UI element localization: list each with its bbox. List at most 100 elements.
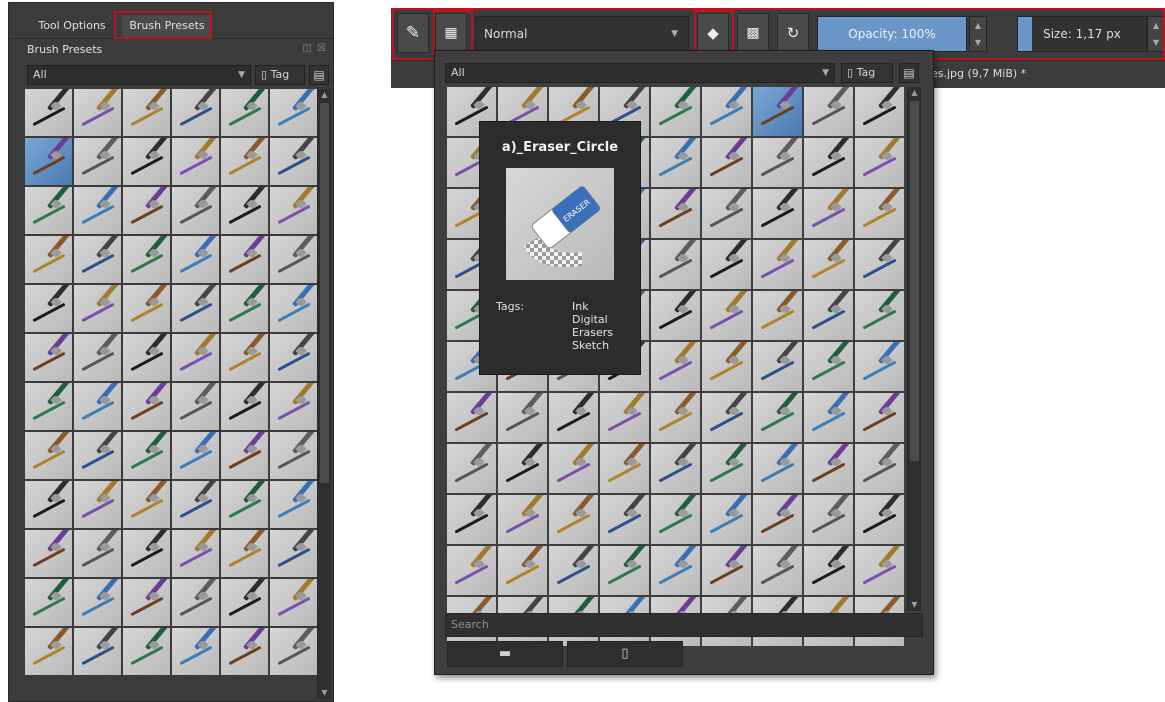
brush-preset-thumbnail[interactable]: [804, 189, 853, 238]
brush-preset-thumbnail[interactable]: [123, 138, 170, 185]
brush-preset-thumbnail[interactable]: [804, 393, 853, 442]
brush-preset-thumbnail[interactable]: [702, 240, 751, 289]
brush-preset-thumbnail[interactable]: [74, 138, 121, 185]
brush-preset-thumbnail[interactable]: [753, 138, 802, 187]
scroll-up-icon[interactable]: ▲: [318, 89, 331, 101]
scroll-thumb[interactable]: [320, 103, 329, 483]
brush-preset-thumbnail[interactable]: [25, 530, 72, 577]
brush-preset-thumbnail[interactable]: [804, 138, 853, 187]
brush-preset-thumbnail[interactable]: [600, 495, 649, 544]
brush-preset-thumbnail[interactable]: [25, 138, 72, 185]
brush-preset-thumbnail[interactable]: [549, 393, 598, 442]
brush-preset-thumbnail[interactable]: [804, 444, 853, 493]
brush-preset-thumbnail[interactable]: [651, 240, 700, 289]
brush-preset-thumbnail[interactable]: [221, 481, 268, 528]
size-slider[interactable]: Size: 1,17 px: [1017, 16, 1147, 52]
brush-preset-thumbnail[interactable]: [172, 89, 219, 136]
brush-preset-thumbnail[interactable]: [855, 87, 904, 136]
brush-preset-thumbnail[interactable]: [753, 495, 802, 544]
brush-preset-thumbnail[interactable]: [25, 89, 72, 136]
import-resource-button[interactable]: ▬: [447, 641, 563, 667]
brush-preset-thumbnail[interactable]: [25, 285, 72, 332]
delete-resource-button[interactable]: ▯: [567, 641, 683, 667]
brush-preset-thumbnail[interactable]: [270, 579, 317, 626]
brush-preset-thumbnail[interactable]: [25, 383, 72, 430]
opacity-spinner[interactable]: ▲ ▼: [969, 16, 987, 52]
brush-preset-thumbnail[interactable]: [123, 285, 170, 332]
brush-preset-thumbnail[interactable]: [702, 444, 751, 493]
brush-preset-thumbnail[interactable]: [753, 546, 802, 595]
brush-preset-thumbnail[interactable]: [447, 444, 496, 493]
brush-preset-thumbnail[interactable]: [753, 291, 802, 340]
brush-preset-thumbnail[interactable]: [651, 87, 700, 136]
brush-preset-thumbnail[interactable]: [221, 383, 268, 430]
brush-preset-thumbnail[interactable]: [804, 495, 853, 544]
brush-preset-thumbnail[interactable]: [74, 187, 121, 234]
brush-preset-thumbnail[interactable]: [221, 334, 268, 381]
brush-preset-thumbnail[interactable]: [270, 530, 317, 577]
brush-preset-thumbnail[interactable]: [447, 546, 496, 595]
scroll-down-icon[interactable]: ▼: [318, 687, 331, 699]
brush-preset-thumbnail[interactable]: [270, 432, 317, 479]
brush-preset-thumbnail[interactable]: [221, 285, 268, 332]
brush-preset-thumbnail[interactable]: [74, 579, 121, 626]
alpha-lock-button[interactable]: ▩: [737, 13, 769, 53]
brush-preset-thumbnail[interactable]: [600, 546, 649, 595]
brush-preset-thumbnail[interactable]: [172, 236, 219, 283]
brush-preset-thumbnail[interactable]: [25, 432, 72, 479]
brush-preset-thumbnail[interactable]: [753, 87, 802, 136]
brush-preset-thumbnail[interactable]: [123, 383, 170, 430]
brush-preset-thumbnail[interactable]: [172, 530, 219, 577]
brush-preset-thumbnail[interactable]: [702, 138, 751, 187]
brush-preset-thumbnail[interactable]: [123, 89, 170, 136]
tag-button[interactable]: ▯ Tag: [255, 65, 305, 85]
brush-preset-thumbnail[interactable]: [172, 383, 219, 430]
brush-preset-thumbnail[interactable]: [702, 546, 751, 595]
brush-preset-thumbnail[interactable]: [172, 138, 219, 185]
brush-preset-thumbnail[interactable]: [25, 628, 72, 675]
brush-preset-thumbnail[interactable]: [753, 393, 802, 442]
brush-preset-thumbnail[interactable]: [270, 334, 317, 381]
brush-preset-thumbnail[interactable]: [172, 579, 219, 626]
brush-preset-thumbnail[interactable]: [651, 138, 700, 187]
scroll-down-icon[interactable]: ▼: [908, 599, 921, 611]
brush-preset-thumbnail[interactable]: [651, 546, 700, 595]
brush-preset-thumbnail[interactable]: [270, 187, 317, 234]
brush-preset-thumbnail[interactable]: [702, 189, 751, 238]
brush-preset-thumbnail[interactable]: [600, 393, 649, 442]
brush-preset-thumbnail[interactable]: [74, 334, 121, 381]
brush-preset-thumbnail[interactable]: [804, 291, 853, 340]
brush-preset-thumbnail[interactable]: [123, 187, 170, 234]
blend-mode-combo[interactable]: Normal ▼: [475, 16, 689, 52]
brush-preset-thumbnail[interactable]: [123, 481, 170, 528]
brush-preset-thumbnail[interactable]: [651, 393, 700, 442]
brush-preset-thumbnail[interactable]: [74, 383, 121, 430]
popup-scrollbar[interactable]: ▲ ▼: [907, 87, 921, 611]
brush-preset-thumbnail[interactable]: [172, 481, 219, 528]
brush-preset-thumbnail[interactable]: [25, 187, 72, 234]
brush-preset-thumbnail[interactable]: [651, 342, 700, 391]
brush-preset-thumbnail[interactable]: [549, 495, 598, 544]
opacity-slider[interactable]: Opacity: 100%: [817, 16, 967, 52]
brush-preset-thumbnail[interactable]: [270, 236, 317, 283]
brush-preset-thumbnail[interactable]: [855, 342, 904, 391]
brush-editor-button[interactable]: ✎: [397, 13, 429, 53]
popup-tag-filter-combo[interactable]: All ▼: [445, 63, 835, 83]
brush-preset-thumbnail[interactable]: [702, 393, 751, 442]
brush-preset-thumbnail[interactable]: [270, 89, 317, 136]
brush-preset-thumbnail[interactable]: [855, 291, 904, 340]
eraser-mode-button[interactable]: ◆: [697, 13, 729, 53]
brush-preset-thumbnail[interactable]: [855, 138, 904, 187]
brush-preset-thumbnail[interactable]: [172, 628, 219, 675]
tag-filter-combo[interactable]: All ▼: [27, 65, 251, 85]
brush-preset-thumbnail[interactable]: [123, 432, 170, 479]
brush-preset-thumbnail[interactable]: [172, 432, 219, 479]
popup-tag-button[interactable]: ▯ Tag: [841, 63, 893, 83]
brush-preset-thumbnail[interactable]: [270, 628, 317, 675]
brush-preset-thumbnail[interactable]: [753, 240, 802, 289]
brush-preset-thumbnail[interactable]: [651, 189, 700, 238]
tab-brush-presets[interactable]: Brush Presets: [122, 15, 212, 37]
brush-preset-thumbnail[interactable]: [74, 236, 121, 283]
brush-preset-thumbnail[interactable]: [855, 444, 904, 493]
brush-preset-thumbnail[interactable]: [702, 291, 751, 340]
